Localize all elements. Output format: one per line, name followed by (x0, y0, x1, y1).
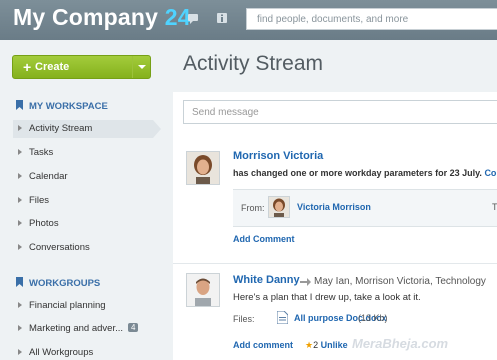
page-title: Activity Stream (183, 52, 324, 75)
search-input[interactable]: find people, documents, and more (246, 8, 497, 30)
settings-link[interactable]: Confi (484, 168, 497, 178)
arrow-icon (18, 349, 22, 355)
add-comment-link[interactable]: Add Comment (233, 234, 295, 244)
divider (173, 263, 497, 264)
arrow-icon (18, 325, 22, 331)
arrow-icon (18, 220, 22, 226)
post-text: has changed one or more workday paramete… (233, 168, 497, 178)
files-label: Files: (233, 314, 255, 324)
document-icon (277, 311, 288, 324)
sidebar-item-activity-stream[interactable]: Activity Stream (13, 120, 161, 138)
avatar[interactable] (186, 151, 220, 185)
workgroups-heading[interactable]: WORKGROUPS (15, 277, 100, 289)
create-label: Create (35, 61, 70, 73)
post-author[interactable]: Morrison Victoria (233, 150, 323, 162)
info-icon[interactable] (215, 11, 229, 25)
sidebar-item-tasks[interactable]: Tasks (13, 144, 153, 162)
from-label: From: (241, 203, 265, 213)
top-header: My Company 24 find people, documents, an… (0, 0, 497, 40)
person-photo-icon (269, 197, 289, 217)
count-badge: 4 (128, 323, 139, 332)
my-workspace-heading[interactable]: MY WORKSPACE (15, 100, 108, 112)
arrow-icon (18, 197, 22, 203)
watermark: MeraBheja.com (352, 336, 449, 351)
search-placeholder: find people, documents, and more (257, 14, 409, 25)
bookmark-icon (16, 277, 23, 287)
like-control[interactable]: ★2 Unlike (305, 340, 348, 351)
sidebar-item-all-workgroups[interactable]: All Workgroups (13, 344, 153, 360)
sidebar-item-photos[interactable]: Photos (13, 215, 153, 233)
sidebar-item-conversations[interactable]: Conversations (13, 239, 153, 257)
sidebar-item-marketing[interactable]: Marketing and adver... 4 (13, 320, 153, 338)
arrow-icon (18, 244, 22, 250)
person-photo-icon (187, 274, 219, 306)
post-author[interactable]: White Danny (233, 274, 300, 286)
arrow-icon (18, 302, 22, 308)
post-recipients[interactable]: May Ian, Morrison Victoria, Technology (314, 276, 486, 287)
post-text: Here's a plan that I drew up, take a loo… (233, 292, 421, 303)
avatar[interactable] (268, 196, 290, 218)
arrow-icon (18, 173, 22, 179)
from-name[interactable]: Victoria Morrison (297, 202, 371, 212)
chevron-down-icon[interactable] (132, 56, 150, 78)
unlike-link[interactable]: Unlike (321, 340, 348, 350)
create-button[interactable]: + Create (12, 55, 151, 79)
chat-icon[interactable] (186, 11, 200, 25)
sidebar-item-calendar[interactable]: Calendar (13, 168, 153, 186)
arrow-icon (18, 149, 22, 155)
person-photo-icon (187, 152, 219, 184)
send-message-placeholder: Send message (192, 107, 259, 118)
plus-icon: + (23, 59, 32, 75)
star-icon: ★ (305, 340, 314, 350)
file-size: (13 Kb) (358, 313, 388, 323)
sidebar-item-financial-planning[interactable]: Financial planning (13, 297, 153, 315)
bookmark-icon (16, 100, 23, 110)
arrow-icon (18, 125, 22, 131)
from-trailing-text: T (492, 202, 497, 212)
avatar[interactable] (186, 273, 220, 307)
sidebar-item-files[interactable]: Files (13, 192, 153, 210)
company-logo[interactable]: My Company 24 (13, 4, 191, 31)
brand-name: My Company (13, 4, 159, 30)
arrow-right-icon (300, 278, 311, 286)
like-count: 2 (313, 340, 319, 350)
send-message-input[interactable]: Send message (183, 100, 497, 124)
add-comment-link[interactable]: Add comment (233, 340, 293, 350)
